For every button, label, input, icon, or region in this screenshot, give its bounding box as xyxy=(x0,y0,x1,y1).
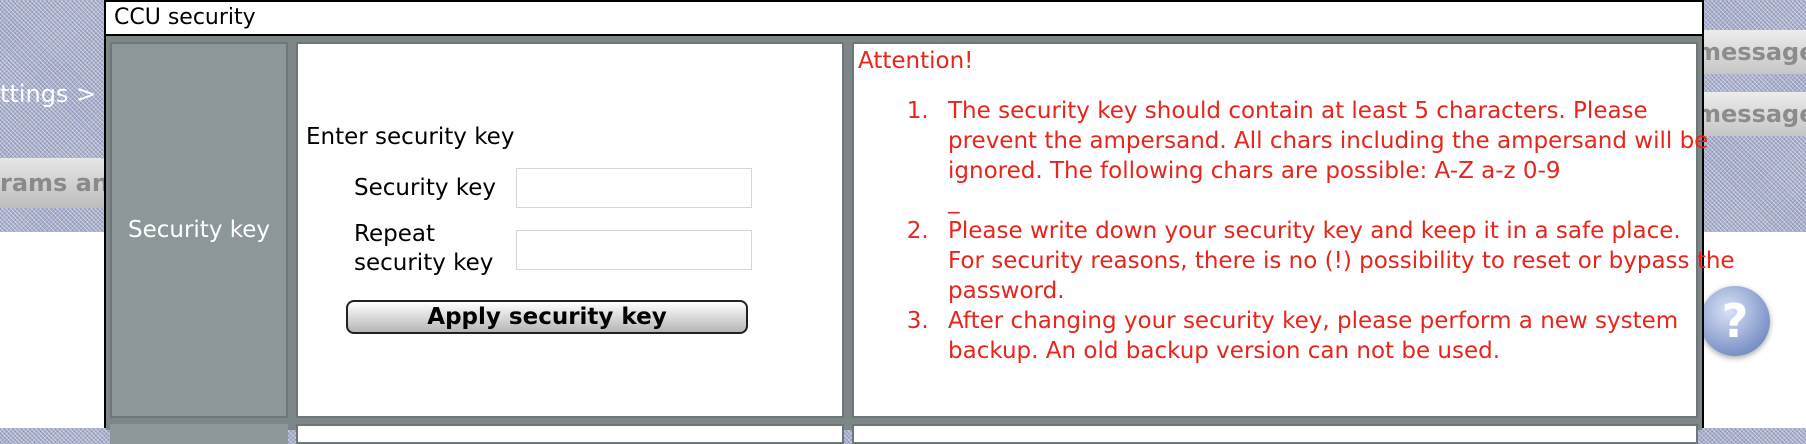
repeat-label-line2: security key xyxy=(354,250,494,276)
attention-notes: Attention! The security key should conta… xyxy=(852,42,1735,418)
security-key-input[interactable] xyxy=(516,168,752,208)
ccu-security-dialog: CCU security Security key Enter security… xyxy=(104,0,1735,444)
security-key-label: Security key xyxy=(354,175,497,201)
next-row-note-cell xyxy=(852,424,1698,444)
attention-item-1: The security key should contain at least… xyxy=(936,96,1736,216)
security-key-row-label: Security key xyxy=(110,42,288,418)
attention-item-2-line1: Please write down your security key and … xyxy=(948,218,1681,244)
next-row-label-cell xyxy=(110,424,288,444)
breadcrumb-settings[interactable]: ttings > xyxy=(0,80,96,108)
attention-item-2: Please write down your security key and … xyxy=(936,216,1736,306)
dialog-content: Security key Enter security key Security… xyxy=(106,36,1735,444)
next-row-form-cell xyxy=(296,424,844,444)
attention-item-3: After changing your security key, please… xyxy=(936,306,1736,366)
attention-item-1-extra: _ xyxy=(948,188,960,214)
repeat-label-line1: Repeat xyxy=(354,221,435,247)
programs-tab[interactable]: rams and xyxy=(0,158,110,208)
security-key-form: Enter security key Security key Repeat s… xyxy=(296,42,844,418)
attention-heading: Attention! xyxy=(858,48,974,74)
form-heading: Enter security key xyxy=(306,124,515,150)
apply-security-key-button[interactable]: Apply security key xyxy=(346,300,748,334)
repeat-security-key-input[interactable] xyxy=(516,230,752,270)
attention-item-1-text: The security key should contain at least… xyxy=(948,98,1709,184)
attention-item-2-line2: For security reasons, there is no (!) po… xyxy=(948,248,1735,304)
message-tab-1[interactable]: message xyxy=(1690,30,1806,74)
attention-list: The security key should contain at least… xyxy=(884,96,1736,366)
dialog-title: CCU security xyxy=(106,2,1702,36)
repeat-security-key-label: Repeat security key xyxy=(354,220,493,278)
security-key-row: Security key Enter security key Security… xyxy=(106,36,1735,420)
